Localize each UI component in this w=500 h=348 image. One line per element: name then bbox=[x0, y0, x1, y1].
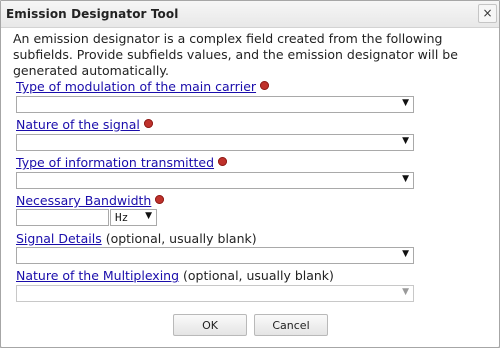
bandwidth-input[interactable] bbox=[16, 209, 109, 226]
signal-details-label-row: Signal Details (optional, usually blank) bbox=[16, 231, 257, 246]
cancel-button[interactable]: Cancel bbox=[254, 314, 328, 336]
bandwidth-unit-value: Hz bbox=[115, 211, 129, 224]
close-icon: × bbox=[482, 6, 493, 20]
signal-details-note: (optional, usually blank) bbox=[101, 231, 257, 246]
multiplexing-select[interactable]: ▼ bbox=[16, 285, 414, 302]
signal-nature-label-row: Nature of the signal bbox=[16, 117, 153, 132]
close-button[interactable]: × bbox=[478, 4, 497, 23]
multiplexing-note: (optional, usually blank) bbox=[179, 268, 334, 283]
dialog-titlebar: Emission Designator Tool × bbox=[1, 1, 499, 28]
bandwidth-help-link[interactable]: Necessary Bandwidth bbox=[16, 193, 151, 208]
modulation-help-link[interactable]: Type of modulation of the main carrier bbox=[16, 79, 256, 94]
bandwidth-unit-select[interactable]: Hz ▼ bbox=[110, 209, 157, 226]
dialog-description: An emission designator is a complex fiel… bbox=[13, 31, 458, 78]
information-label-row: Type of information transmitted bbox=[16, 155, 228, 170]
modulation-label-row: Type of modulation of the main carrier bbox=[16, 79, 270, 94]
signal-nature-select[interactable]: ▼ bbox=[16, 134, 414, 151]
chevron-down-icon: ▼ bbox=[402, 287, 409, 297]
ok-button[interactable]: OK bbox=[173, 314, 247, 336]
chevron-down-icon: ▼ bbox=[402, 98, 409, 108]
signal-details-select[interactable]: ▼ bbox=[16, 247, 414, 264]
chevron-down-icon: ▼ bbox=[402, 136, 409, 146]
multiplexing-label-row: Nature of the Multiplexing (optional, us… bbox=[16, 268, 334, 283]
dialog-title: Emission Designator Tool bbox=[6, 7, 179, 21]
required-icon bbox=[143, 119, 153, 128]
chevron-down-icon: ▼ bbox=[402, 174, 409, 184]
emission-designator-dialog: Emission Designator Tool × An emission d… bbox=[0, 0, 500, 348]
information-select[interactable]: ▼ bbox=[16, 172, 414, 189]
signal-nature-help-link[interactable]: Nature of the signal bbox=[16, 117, 140, 132]
signal-details-help-link[interactable]: Signal Details bbox=[16, 231, 102, 246]
chevron-down-icon: ▼ bbox=[402, 249, 409, 259]
multiplexing-help-link[interactable]: Nature of the Multiplexing bbox=[16, 268, 179, 283]
required-icon bbox=[260, 81, 270, 90]
bandwidth-label-row: Necessary Bandwidth bbox=[16, 193, 165, 208]
required-icon bbox=[218, 157, 228, 166]
chevron-down-icon: ▼ bbox=[145, 211, 152, 221]
modulation-select[interactable]: ▼ bbox=[16, 96, 414, 113]
required-icon bbox=[155, 195, 165, 204]
information-help-link[interactable]: Type of information transmitted bbox=[16, 155, 214, 170]
